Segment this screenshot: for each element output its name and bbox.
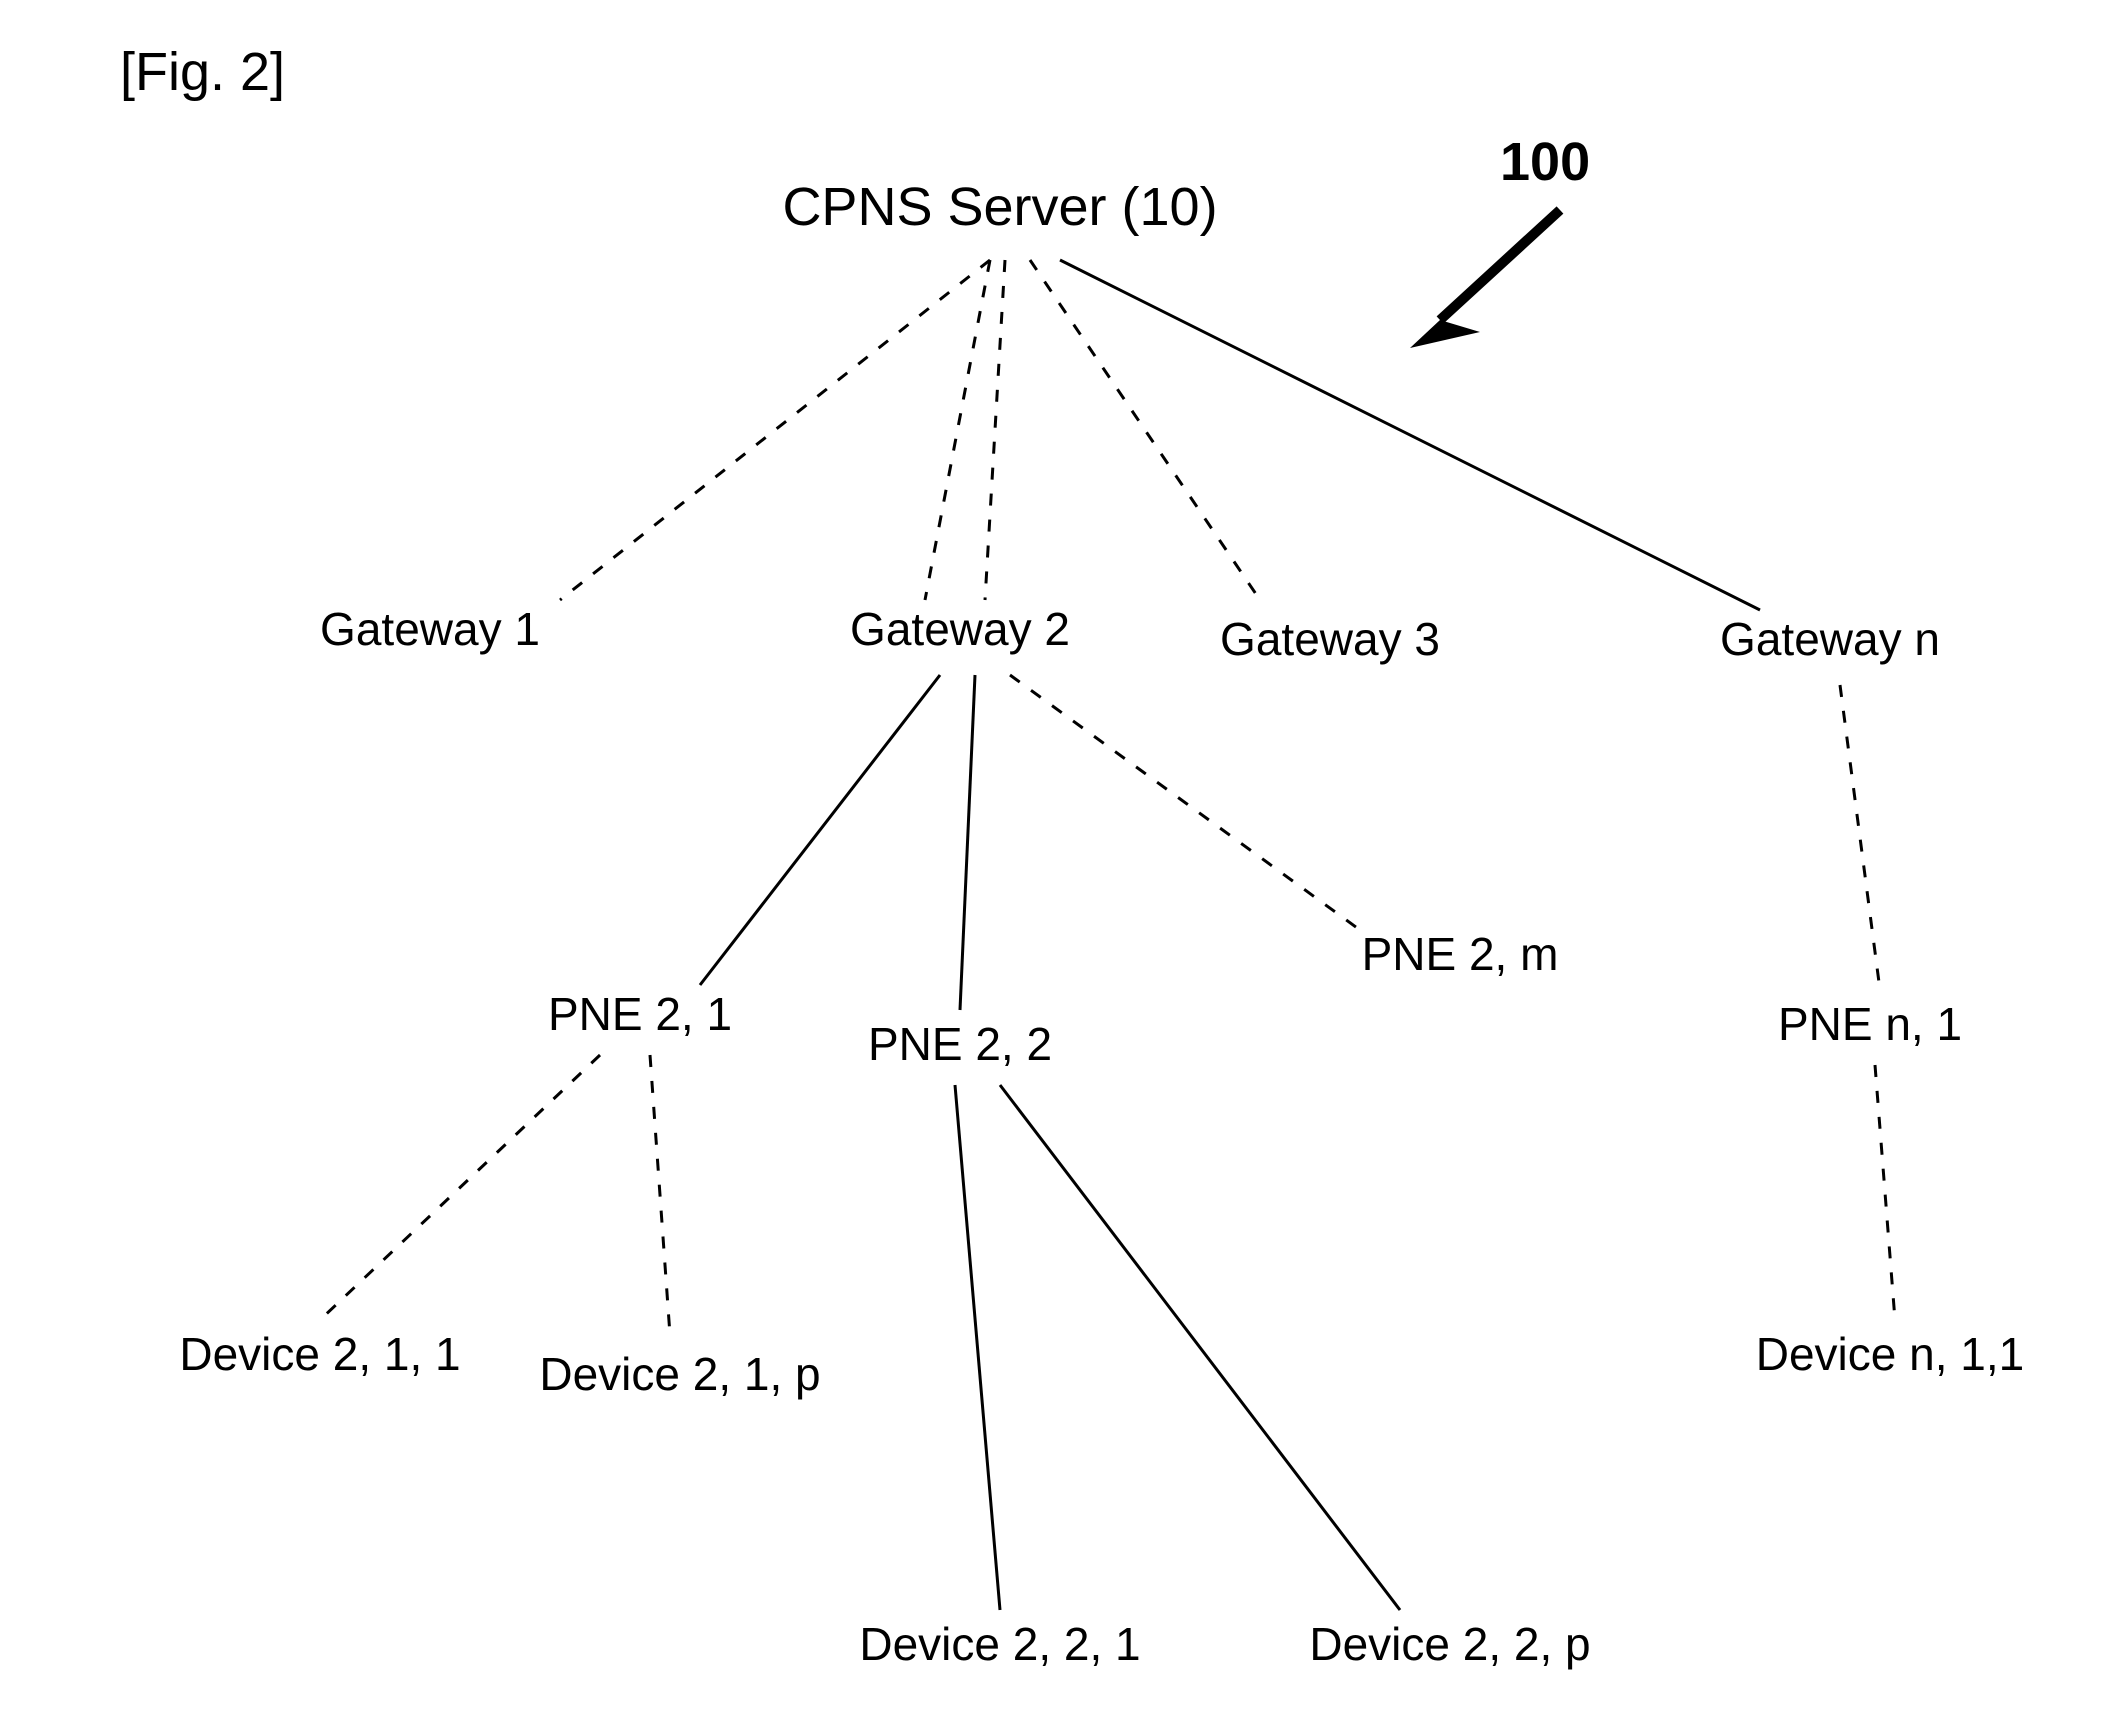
edge-pne22-d221	[955, 1085, 1000, 1610]
edge-gw2-pne21	[700, 675, 940, 985]
node-device-n-1-1: Device n, 1,1	[1756, 1328, 2024, 1380]
edge-server-gw3	[1030, 260, 1260, 600]
edge-gwn-pnen1	[1840, 685, 1880, 990]
reference-number: 100	[1500, 132, 1590, 192]
edge-gw2-pne22	[960, 675, 975, 1010]
node-pne-2-m: PNE 2, m	[1362, 928, 1559, 980]
node-device-2-1-p: Device 2, 1, p	[539, 1348, 820, 1400]
edge-server-gw2-b	[985, 260, 1005, 600]
node-pne-2-2: PNE 2, 2	[868, 1018, 1052, 1070]
figure-label: [Fig. 2]	[120, 42, 285, 102]
node-device-2-1-1: Device 2, 1, 1	[179, 1328, 460, 1380]
node-pne-n-1: PNE n, 1	[1778, 998, 1962, 1050]
edge-pne22-d22p	[1000, 1085, 1400, 1610]
reference-arrow-icon	[1410, 210, 1560, 348]
node-pne-2-1: PNE 2, 1	[548, 988, 732, 1040]
node-gateway-3: Gateway 3	[1220, 613, 1440, 665]
edge-pnen1-dn11	[1875, 1065, 1895, 1320]
node-cpns-server: CPNS Server (10)	[782, 177, 1217, 237]
node-gateway-2: Gateway 2	[850, 603, 1070, 655]
edge-server-gw1	[560, 260, 990, 600]
node-device-2-2-1: Device 2, 2, 1	[859, 1618, 1140, 1670]
edge-pne21-d21p	[650, 1055, 670, 1335]
node-gateway-n: Gateway n	[1720, 613, 1940, 665]
node-gateway-1: Gateway 1	[320, 603, 540, 655]
edge-server-gw2-a	[925, 260, 990, 600]
diagram-canvas: [Fig. 2] 100 CPNS Server (10) Gateway 1 …	[0, 0, 2117, 1732]
edge-server-gwn	[1060, 260, 1760, 610]
edge-gw2-pne2m	[1010, 675, 1360, 930]
node-device-2-2-p: Device 2, 2, p	[1309, 1618, 1590, 1670]
edge-pne21-d211	[320, 1055, 600, 1320]
